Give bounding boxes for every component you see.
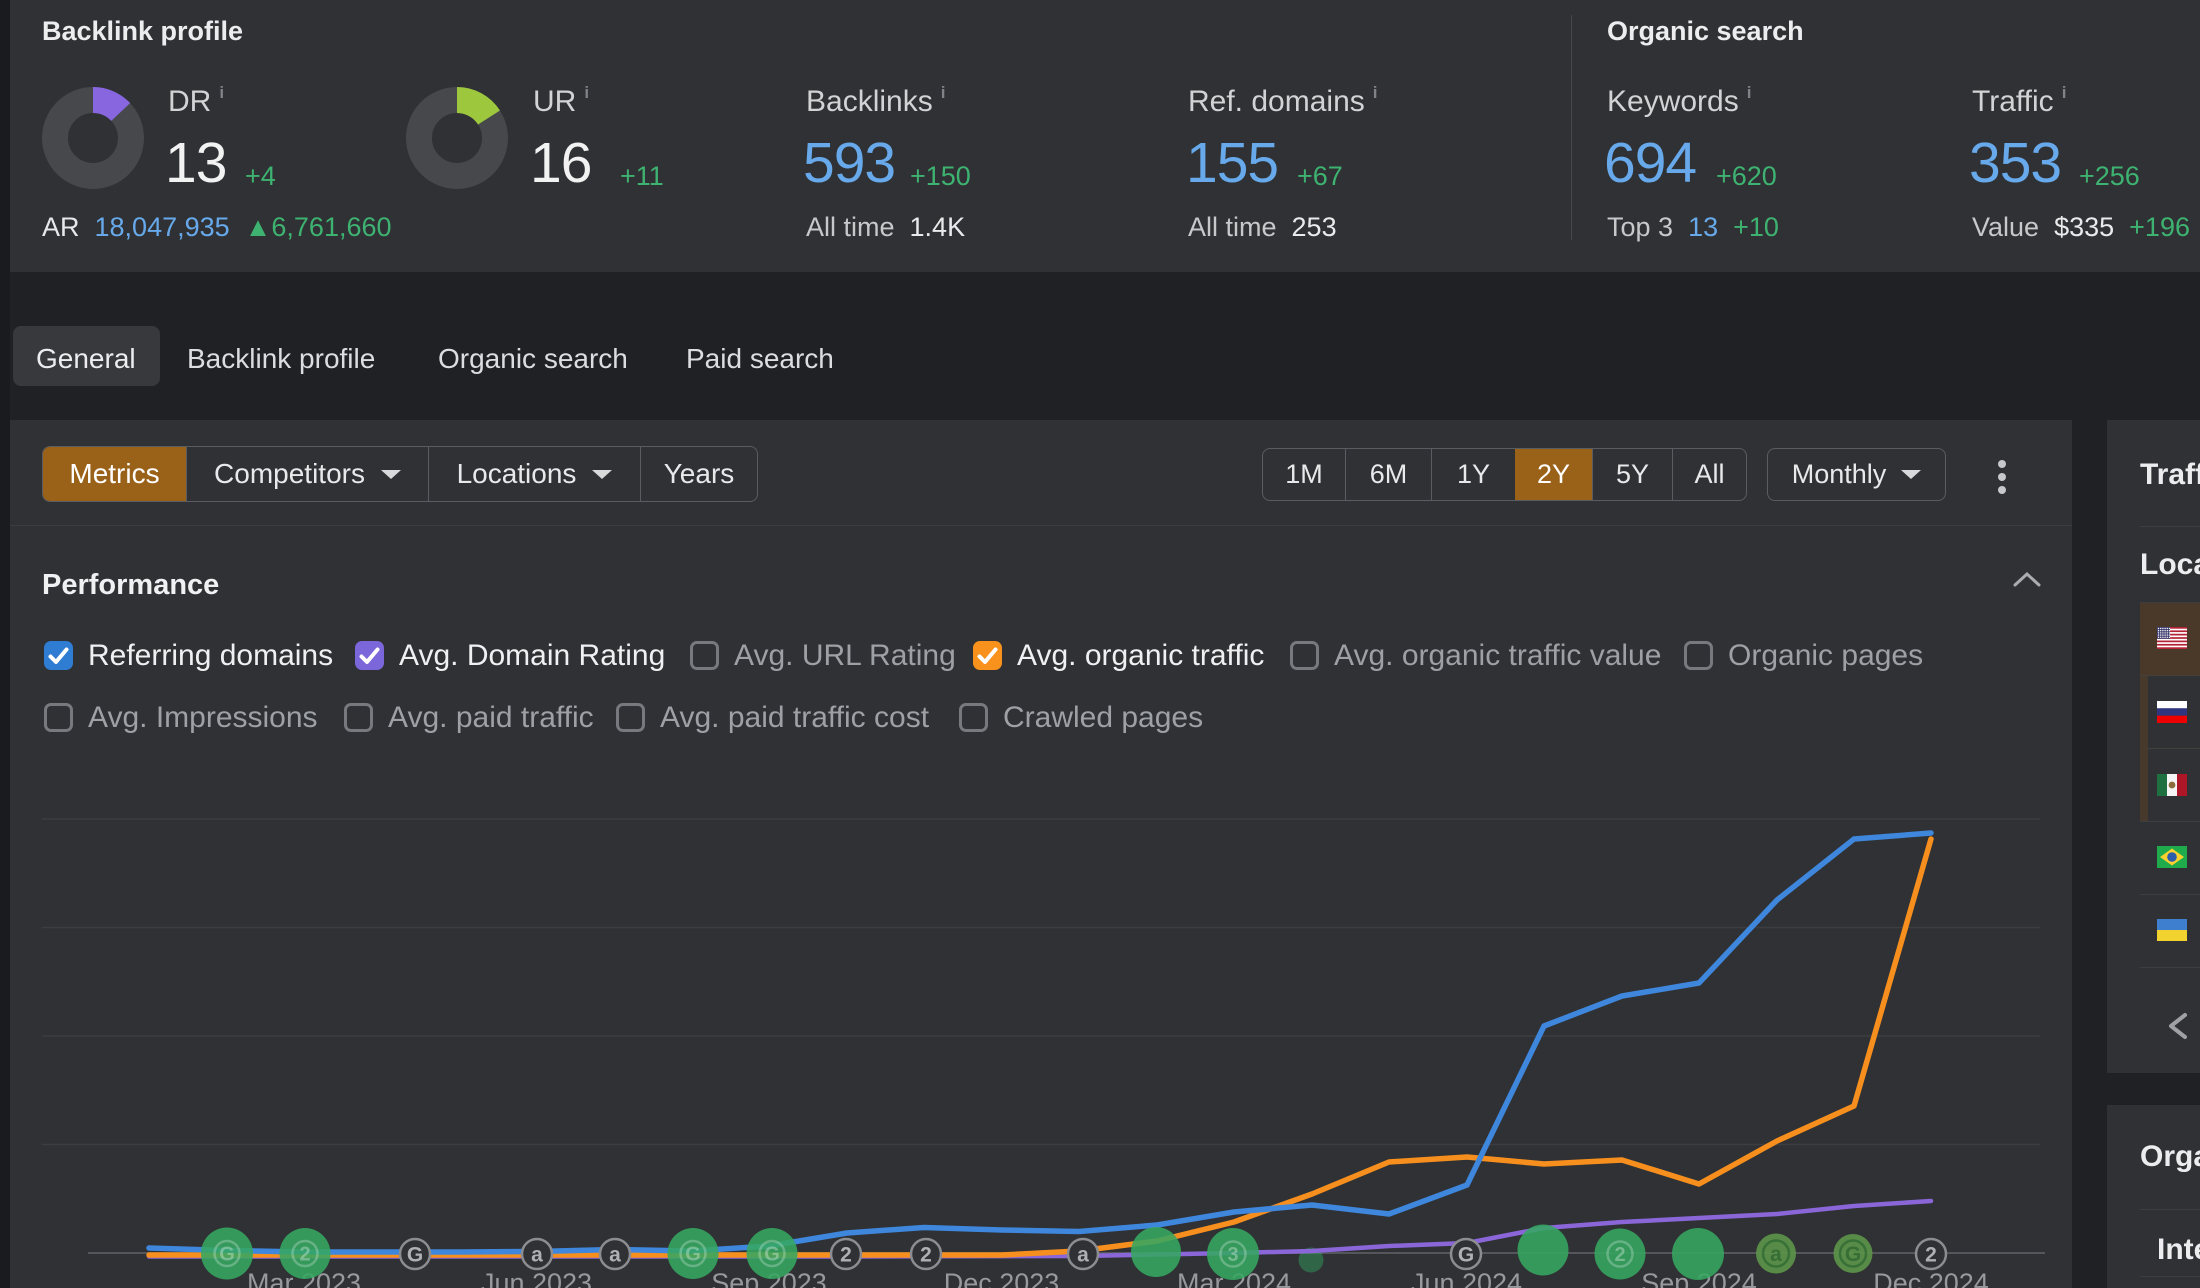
svg-text:Jun 2023: Jun 2023: [481, 1268, 592, 1288]
svg-text:a: a: [609, 1244, 621, 1267]
svg-text:G: G: [1458, 1244, 1474, 1267]
svg-text:G: G: [407, 1244, 423, 1267]
svg-text:2: 2: [840, 1244, 852, 1267]
svg-text:Dec 2024: Dec 2024: [1873, 1268, 1989, 1288]
svg-text:Jun 2024: Jun 2024: [1411, 1268, 1522, 1288]
svg-text:3: 3: [1227, 1244, 1238, 1266]
svg-text:G: G: [764, 1244, 780, 1266]
svg-text:Dec 2023: Dec 2023: [944, 1268, 1060, 1288]
svg-text:2: 2: [920, 1244, 932, 1267]
svg-text:G: G: [1845, 1243, 1861, 1266]
svg-text:a: a: [531, 1244, 543, 1267]
svg-text:G: G: [219, 1244, 235, 1266]
svg-text:2: 2: [299, 1244, 310, 1266]
svg-text:a: a: [1770, 1243, 1782, 1266]
svg-text:2: 2: [1925, 1244, 1937, 1267]
svg-text:2: 2: [1614, 1244, 1625, 1266]
svg-text:G: G: [685, 1244, 701, 1266]
svg-text:a: a: [1077, 1244, 1089, 1267]
